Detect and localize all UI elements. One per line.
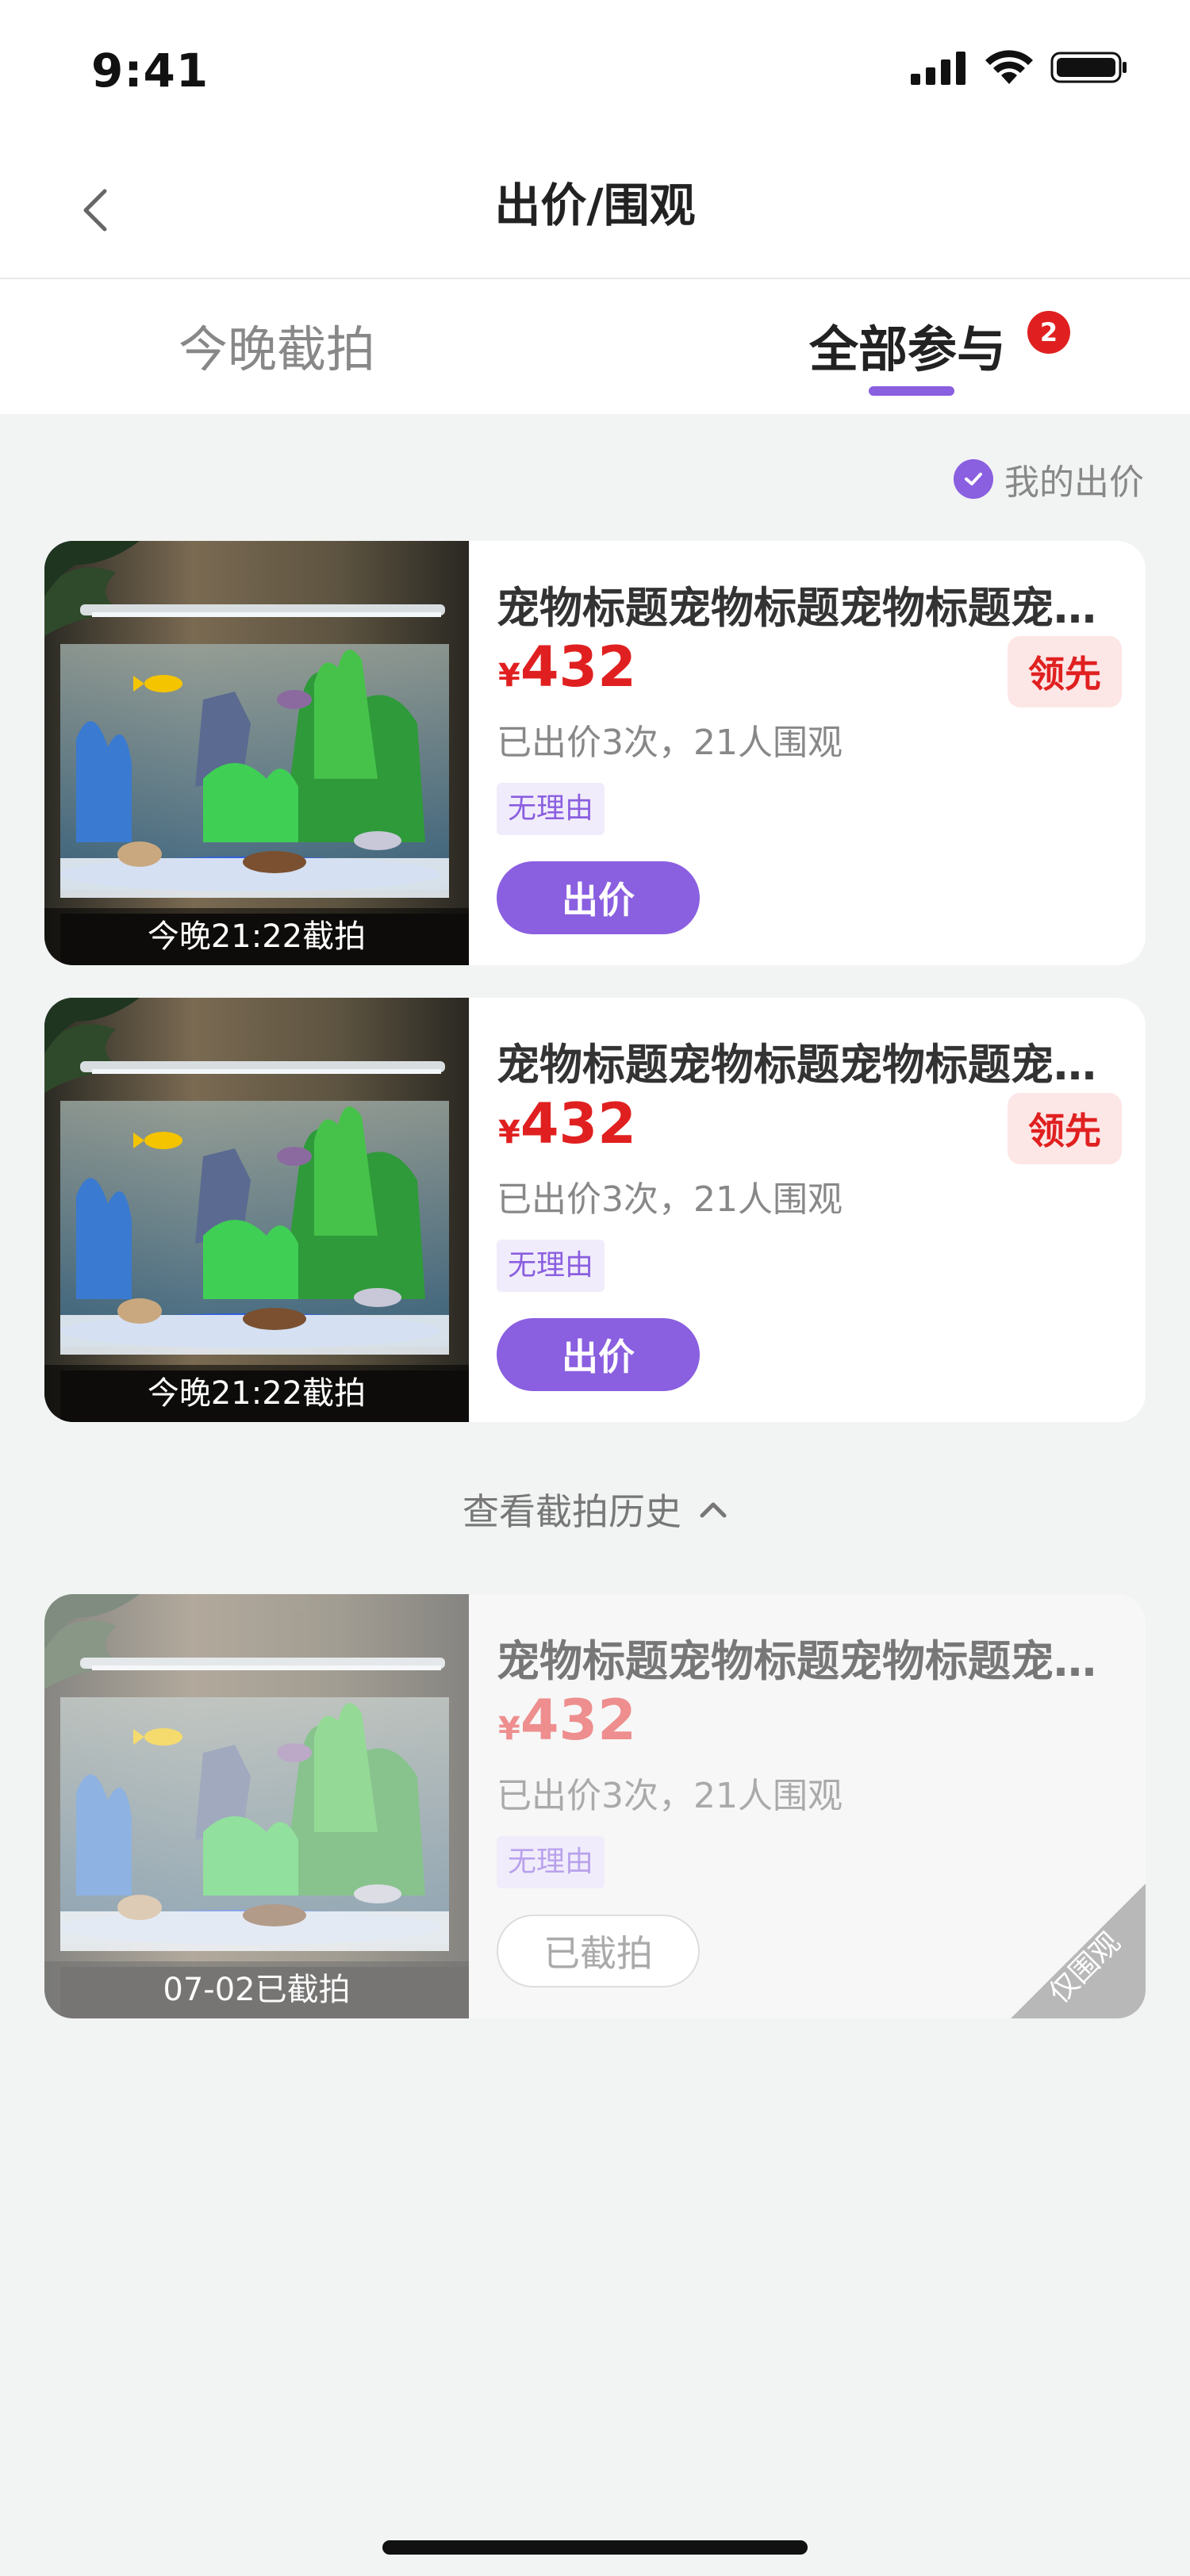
history-auction-card[interactable]: 07-02已截拍 宠物标题宠物标题宠物标题宠物标题 ¥432 已出价3次，21人… (44, 1594, 1146, 2018)
auction-card[interactable]: 今晚21:22截拍 宠物标题宠物标题宠物标题宠物标题 ¥432 领先 已出价3次… (44, 998, 1146, 1422)
product-image: 今晚21:22截拍 (44, 541, 469, 965)
product-title: 宠物标题宠物标题宠物标题宠物标题 (497, 583, 1123, 633)
chevron-up-icon (700, 1502, 727, 1518)
product-title: 宠物标题宠物标题宠物标题宠物标题 (497, 1040, 1123, 1090)
product-price: ¥432 (498, 634, 636, 700)
bid-button[interactable]: 出价 (497, 1318, 700, 1391)
product-image: 07-02已截拍 (44, 1594, 469, 2018)
product-image: 今晚21:22截拍 (44, 998, 469, 1422)
product-price: ¥432 (498, 1091, 636, 1156)
leading-badge: 领先 (1008, 636, 1122, 707)
wifi-icon (985, 50, 1033, 84)
bid-stats: 已出价3次，21人围观 (497, 1776, 843, 1816)
nav-bar: 出价/围观 (0, 143, 1190, 279)
tab-all-participated[interactable]: 全部参与 (809, 309, 1006, 381)
bid-stats: 已出价3次，21人围观 (497, 723, 843, 763)
return-policy-tag: 无理由 (497, 1836, 605, 1888)
check-icon (954, 459, 993, 499)
status-bar: 9:41 (0, 0, 1190, 143)
bid-stats: 已出价3次，21人围观 (497, 1179, 843, 1220)
auction-end-time: 今晚21:22截拍 (44, 1365, 469, 1422)
status-time: 9:41 (91, 44, 209, 98)
auction-ended-date: 07-02已截拍 (44, 1961, 469, 2018)
view-history-link[interactable]: 查看截拍历史 (0, 1483, 1190, 1535)
return-policy-tag: 无理由 (497, 783, 605, 835)
auction-card[interactable]: 今晚21:22截拍 宠物标题宠物标题宠物标题宠物标题 ¥432 领先 已出价3次… (44, 541, 1146, 965)
auction-end-time: 今晚21:22截拍 (44, 908, 469, 965)
product-price: ¥432 (498, 1688, 636, 1753)
tab-tonight[interactable]: 今晚截拍 (178, 309, 375, 381)
tab-count-badge: 2 (1027, 311, 1070, 354)
page-title: 出价/围观 (494, 178, 696, 232)
signal-icon (911, 52, 965, 85)
auction-ended-button: 已截拍 (497, 1915, 700, 1988)
filter-label: 我的出价 (1004, 462, 1144, 503)
history-label: 查看截拍历史 (463, 1490, 681, 1533)
my-bids-filter[interactable]: 我的出价 (954, 454, 1144, 504)
product-title: 宠物标题宠物标题宠物标题宠物标题 (497, 1636, 1123, 1686)
return-policy-tag: 无理由 (497, 1240, 605, 1292)
bid-button[interactable]: 出价 (497, 861, 700, 934)
home-indicator (382, 2540, 808, 2555)
tab-active-indicator (869, 386, 954, 396)
battery-icon (1050, 52, 1127, 83)
leading-badge: 领先 (1008, 1093, 1122, 1164)
status-icons (911, 49, 1128, 86)
tab-bar: 今晚截拍 全部参与 2 (0, 279, 1190, 414)
